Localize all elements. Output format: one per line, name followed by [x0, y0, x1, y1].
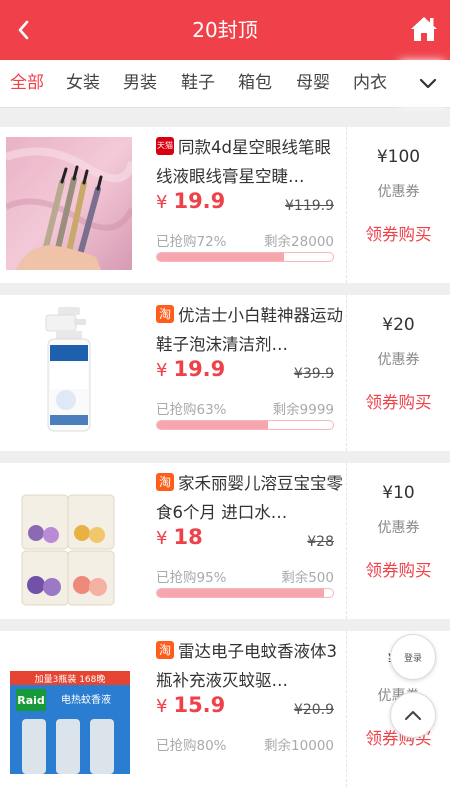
- progress-bar: [156, 420, 334, 430]
- tab-bags[interactable]: 箱包: [238, 60, 272, 107]
- product-image-eyeliner[interactable]: [6, 137, 132, 270]
- category-tabs: 全部 女装 男装 鞋子 箱包 母婴 内衣: [0, 60, 450, 108]
- coupon-label: 优惠券: [377, 184, 420, 200]
- original-price: ¥119.9: [285, 198, 334, 214]
- stock-remaining: 剩余28000: [264, 234, 334, 250]
- sold-percent: 已抢购95%: [156, 570, 227, 586]
- product-price: ¥18: [156, 525, 203, 549]
- page-title: 20封顶: [192, 18, 258, 42]
- product-title[interactable]: 优洁士小白鞋神器运动鞋子泡沫清洁剂…: [156, 301, 346, 359]
- tab-shoes[interactable]: 鞋子: [181, 60, 215, 107]
- back-to-top-button[interactable]: [390, 692, 436, 738]
- product-price: ¥19.9: [156, 357, 225, 381]
- product-card[interactable]: 淘 优洁士小白鞋神器运动鞋子泡沫清洁剂… ¥19.9 ¥39.9 已抢购63% …: [0, 295, 450, 451]
- price-currency: ¥: [156, 192, 168, 213]
- tab-women[interactable]: 女装: [66, 60, 100, 107]
- price-currency: ¥: [156, 360, 168, 381]
- product-price: ¥19.9: [156, 189, 225, 213]
- progress-fill: [157, 253, 284, 261]
- home-button[interactable]: [408, 13, 440, 45]
- chevron-down-icon: [419, 78, 437, 88]
- sold-percent: 已抢购72%: [156, 234, 227, 250]
- coupon-value: ¥10: [382, 483, 415, 503]
- progress-fill: [157, 421, 268, 429]
- get-coupon-button[interactable]: 领券购买: [347, 557, 450, 581]
- product-title[interactable]: 家禾丽婴儿溶豆宝宝零食6个月 进口水…: [156, 469, 346, 527]
- tab-underwear[interactable]: 内衣: [353, 60, 387, 107]
- coupon-label: 优惠券: [377, 520, 420, 536]
- login-float-button[interactable]: 登录: [390, 634, 436, 680]
- stock-remaining: 剩余9999: [272, 402, 334, 418]
- coupon-value: ¥20: [382, 315, 415, 335]
- price-value: 19.9: [173, 357, 226, 381]
- chevron-up-icon: [405, 711, 421, 720]
- sold-percent: 已抢购80%: [156, 738, 227, 754]
- progress-bar: [156, 588, 334, 598]
- product-price: ¥15.9: [156, 693, 225, 717]
- sold-percent: 已抢购63%: [156, 402, 227, 418]
- more-categories-button[interactable]: [406, 60, 450, 107]
- package-banner-text: 加量3瓶装 168晚: [35, 673, 106, 685]
- get-coupon-button[interactable]: 领券购买: [347, 389, 450, 413]
- product-image-baby-snack[interactable]: [6, 473, 132, 606]
- product-title[interactable]: 雷达电子电蚊香液体3瓶补充液灭蚊驱…: [156, 637, 346, 695]
- price-value: 15.9: [173, 693, 226, 717]
- progress-fill: [157, 589, 325, 597]
- price-value: 19.9: [173, 189, 226, 213]
- tab-men[interactable]: 男装: [123, 60, 157, 107]
- original-price: ¥28: [307, 534, 334, 550]
- product-image-mosquito-liquid[interactable]: 加量3瓶装 168晚 Raid 电热蚊香液: [6, 641, 132, 774]
- price-currency: ¥: [156, 528, 168, 549]
- product-image-shoe-cleaner[interactable]: [6, 305, 132, 438]
- package-label-text: 电热蚊香液: [61, 693, 111, 706]
- brand-logo-text: Raid: [17, 694, 45, 707]
- get-coupon-button[interactable]: 领券购买: [347, 221, 450, 245]
- tab-all[interactable]: 全部: [10, 60, 44, 107]
- price-currency: ¥: [156, 696, 168, 717]
- coupon-value: ¥100: [376, 147, 421, 167]
- product-card[interactable]: 加量3瓶装 168晚 Raid 电热蚊香液 淘 雷达电子电蚊香液体3瓶补充液灭蚊…: [0, 631, 450, 787]
- header-bar: 20封顶: [0, 0, 450, 60]
- original-price: ¥20.9: [293, 702, 334, 718]
- product-card[interactable]: 淘 家禾丽婴儿溶豆宝宝零食6个月 进口水… ¥18 ¥28 已抢购95% 剩余5…: [0, 463, 450, 619]
- original-price: ¥39.9: [293, 366, 334, 382]
- progress-bar: [156, 252, 334, 262]
- product-title[interactable]: 同款4d星空眼线笔眼线液眼线膏星空睫…: [156, 133, 346, 191]
- product-card[interactable]: 天猫 同款4d星空眼线笔眼线液眼线膏星空睫… ¥19.9 ¥119.9 已抢购7…: [0, 127, 450, 283]
- home-icon: [411, 17, 437, 41]
- price-value: 18: [173, 525, 203, 549]
- stock-remaining: 剩余500: [281, 570, 334, 586]
- tab-baby[interactable]: 母婴: [296, 60, 330, 107]
- stock-remaining: 剩余10000: [264, 738, 334, 754]
- coupon-label: 优惠券: [377, 352, 420, 368]
